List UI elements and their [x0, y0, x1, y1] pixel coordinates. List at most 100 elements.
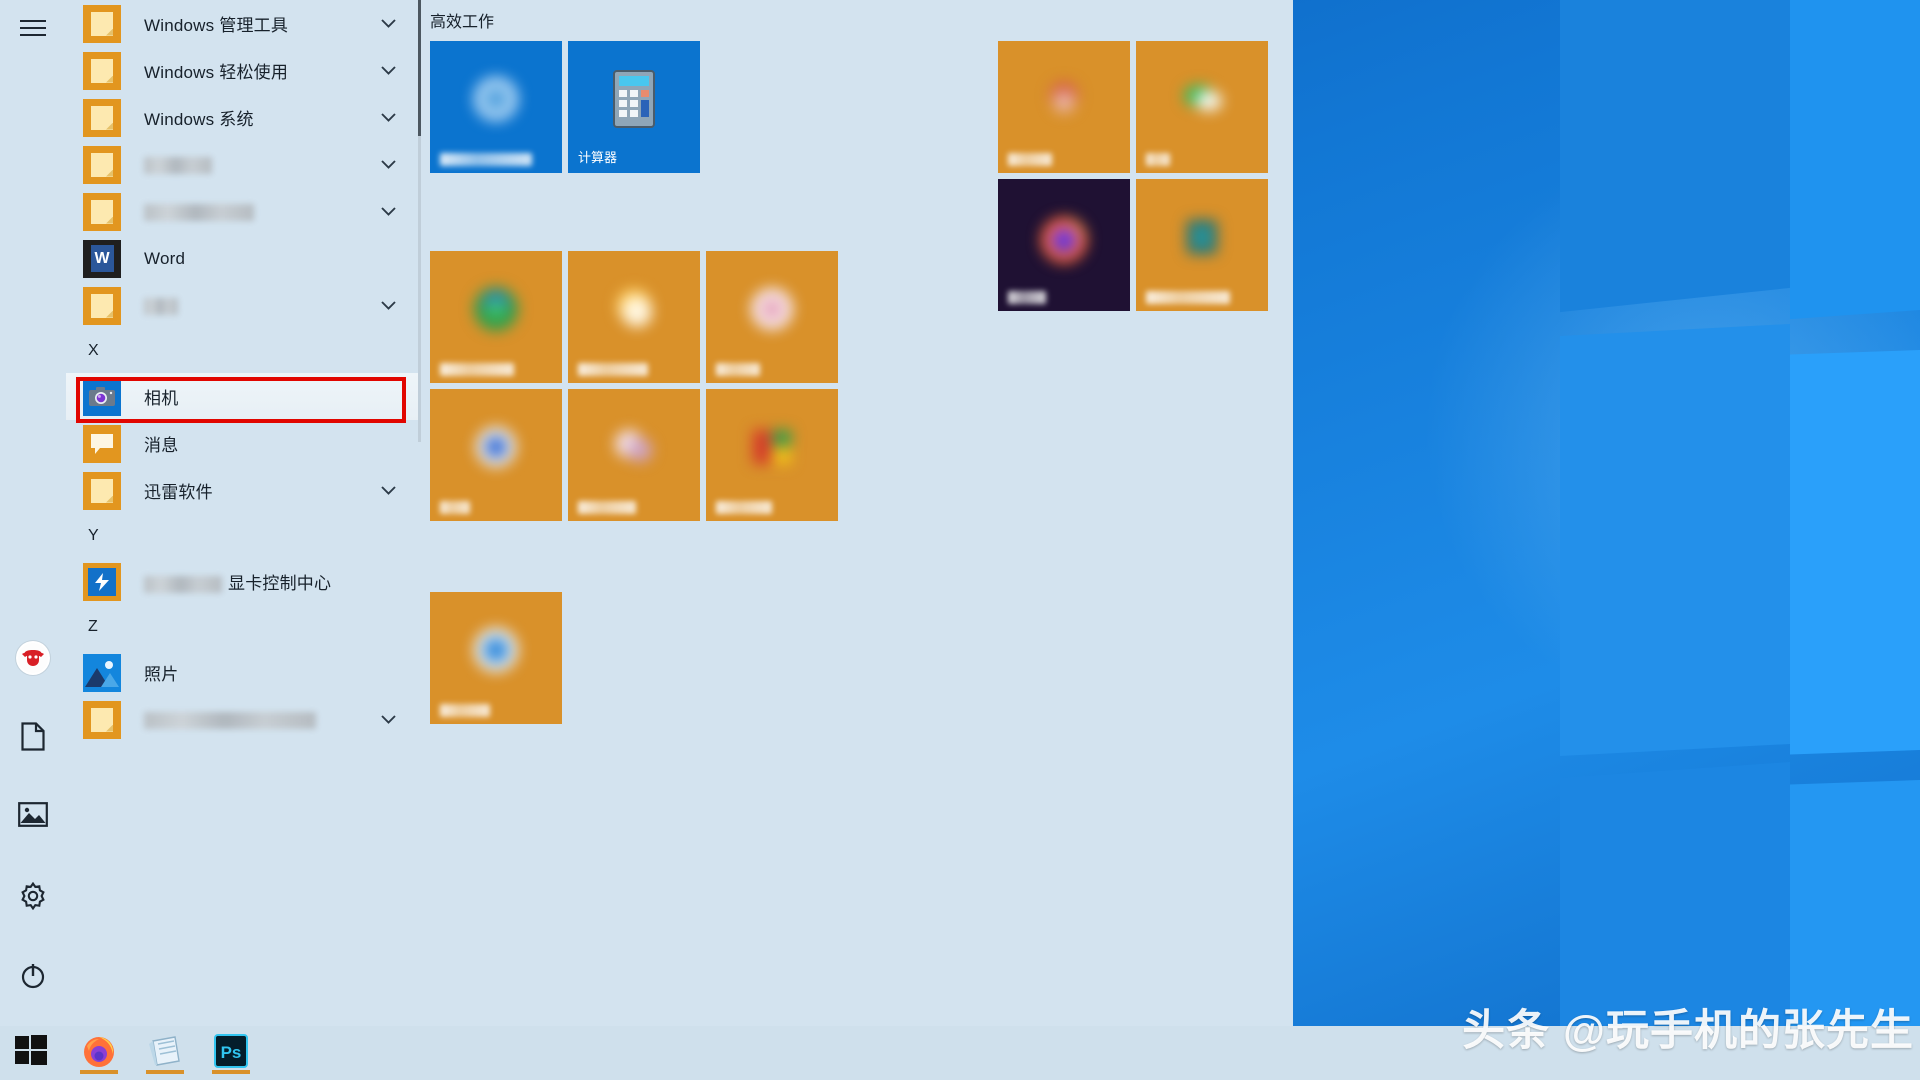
app-list-item-label: Word [144, 248, 186, 268]
wallpaper-pane [1790, 345, 1920, 755]
tile-label [578, 501, 636, 514]
censored-label [144, 156, 212, 174]
account-button[interactable] [9, 634, 57, 682]
chevron-down-icon[interactable] [381, 62, 396, 80]
notepad-icon [147, 1035, 183, 1072]
app-list-item-label [144, 296, 178, 316]
folder-icon [82, 471, 122, 511]
folder-icon [82, 98, 122, 138]
office-icon [745, 420, 799, 474]
start-tile[interactable] [706, 389, 838, 521]
start-tile[interactable] [430, 592, 562, 724]
app-list[interactable]: Windows 管理工具 Windows 轻松使用 Windows 系统 W Word X… [66, 0, 418, 1026]
gpu-icon [82, 562, 122, 602]
start-tile[interactable]: 计算器 [568, 41, 700, 173]
start-tile[interactable] [1136, 179, 1268, 311]
censored-label [144, 297, 178, 315]
tile-label [440, 153, 532, 166]
tile-label [716, 363, 760, 376]
app-list-item-label: 相机 [144, 389, 179, 408]
censored-label [144, 576, 222, 594]
mail-icon [1037, 72, 1091, 126]
power-icon [19, 962, 47, 990]
folder-icon [82, 145, 122, 185]
chevron-down-icon[interactable] [381, 711, 396, 729]
firefox-icon [81, 1033, 117, 1074]
app-list-item[interactable]: Windows 管理工具 [66, 0, 418, 47]
chrome-icon [469, 282, 523, 336]
folder-icon [82, 286, 122, 326]
firefox-button[interactable] [76, 1030, 122, 1076]
app-list-group-header[interactable]: Z [66, 605, 418, 649]
documents-button[interactable] [9, 712, 57, 760]
app-list-group-header[interactable]: X [66, 329, 418, 373]
start-button[interactable] [8, 1030, 54, 1076]
app-list-item[interactable]: 照片 [66, 649, 418, 696]
app-list-item-label: Windows 系统 [144, 110, 254, 129]
app-list-group-header[interactable]: Y [66, 514, 418, 558]
pictures-button[interactable] [9, 790, 57, 838]
start-tile[interactable] [706, 251, 838, 383]
start-tile[interactable] [430, 41, 562, 173]
app-list-item[interactable]: 迅雷软件 [66, 467, 418, 514]
start-tile[interactable] [568, 251, 700, 383]
app-list-item[interactable]: Windows 系统 [66, 94, 418, 141]
app-list-item[interactable] [66, 696, 418, 743]
start-tile[interactable] [430, 389, 562, 521]
app-list-item[interactable]: W Word [66, 235, 418, 282]
photos-icon [82, 653, 122, 693]
folder-icon [82, 700, 122, 740]
app-list-item[interactable] [66, 188, 418, 235]
app-list-item[interactable]: Windows 轻松使用 [66, 47, 418, 94]
app-list-item-selected[interactable]: 相机 [66, 373, 418, 420]
start-menu-rail [0, 0, 66, 1026]
edge-icon [469, 72, 523, 126]
app-list-item[interactable]: 显卡控制中心 [66, 558, 418, 605]
notepad-button[interactable] [142, 1030, 188, 1076]
taskbar-active-indicator [146, 1070, 184, 1074]
photo-app-icon [745, 282, 799, 336]
tile-label [440, 363, 514, 376]
folder-icon [82, 51, 122, 91]
power-button[interactable] [9, 952, 57, 1000]
chevron-down-icon[interactable] [381, 156, 396, 174]
word-icon: W [82, 239, 122, 279]
tile-group-title: 高效工作 [430, 14, 495, 31]
settings-button[interactable] [9, 872, 57, 920]
start-tile[interactable] [1136, 41, 1268, 173]
taskbar-active-indicator [80, 1070, 118, 1074]
photoshop-button[interactable]: Ps [208, 1030, 254, 1076]
tile-label [1146, 291, 1230, 304]
app-list-item[interactable] [66, 282, 418, 329]
chevron-down-icon[interactable] [381, 482, 396, 500]
tiles-area: 高效工作 计算器 [430, 0, 1293, 1026]
chevron-down-icon[interactable] [381, 15, 396, 33]
skype-icon [469, 623, 523, 677]
user-avatar-icon [16, 641, 50, 675]
chevron-down-icon[interactable] [381, 297, 396, 315]
app-list-item[interactable] [66, 141, 418, 188]
hamburger-menu-button[interactable] [9, 4, 57, 52]
calculator-icon [607, 69, 661, 129]
start-tile[interactable] [998, 179, 1130, 311]
tile-label [716, 501, 772, 514]
folder-icon [82, 192, 122, 232]
tile-label [440, 704, 490, 717]
firefox-icon [1037, 210, 1091, 264]
folder-icon [82, 4, 122, 44]
weather-icon [607, 282, 661, 336]
start-tile[interactable] [430, 251, 562, 383]
store-icon [469, 420, 523, 474]
onenote-icon [1175, 210, 1229, 264]
app-list-item-label: 显卡控制中心 [144, 569, 331, 594]
app-list-item[interactable]: 消息 [66, 420, 418, 467]
app-list-scrollbar-thumb[interactable] [418, 0, 421, 136]
tile-label [1146, 153, 1170, 166]
watermark-text: 头条 @玩手机的张先生 [1462, 1007, 1914, 1055]
windows-logo-icon [14, 1034, 48, 1073]
start-tile[interactable] [568, 389, 700, 521]
wallpaper-pane [1790, 0, 1920, 320]
start-tile[interactable] [998, 41, 1130, 173]
chevron-down-icon[interactable] [381, 203, 396, 221]
chevron-down-icon[interactable] [381, 109, 396, 127]
